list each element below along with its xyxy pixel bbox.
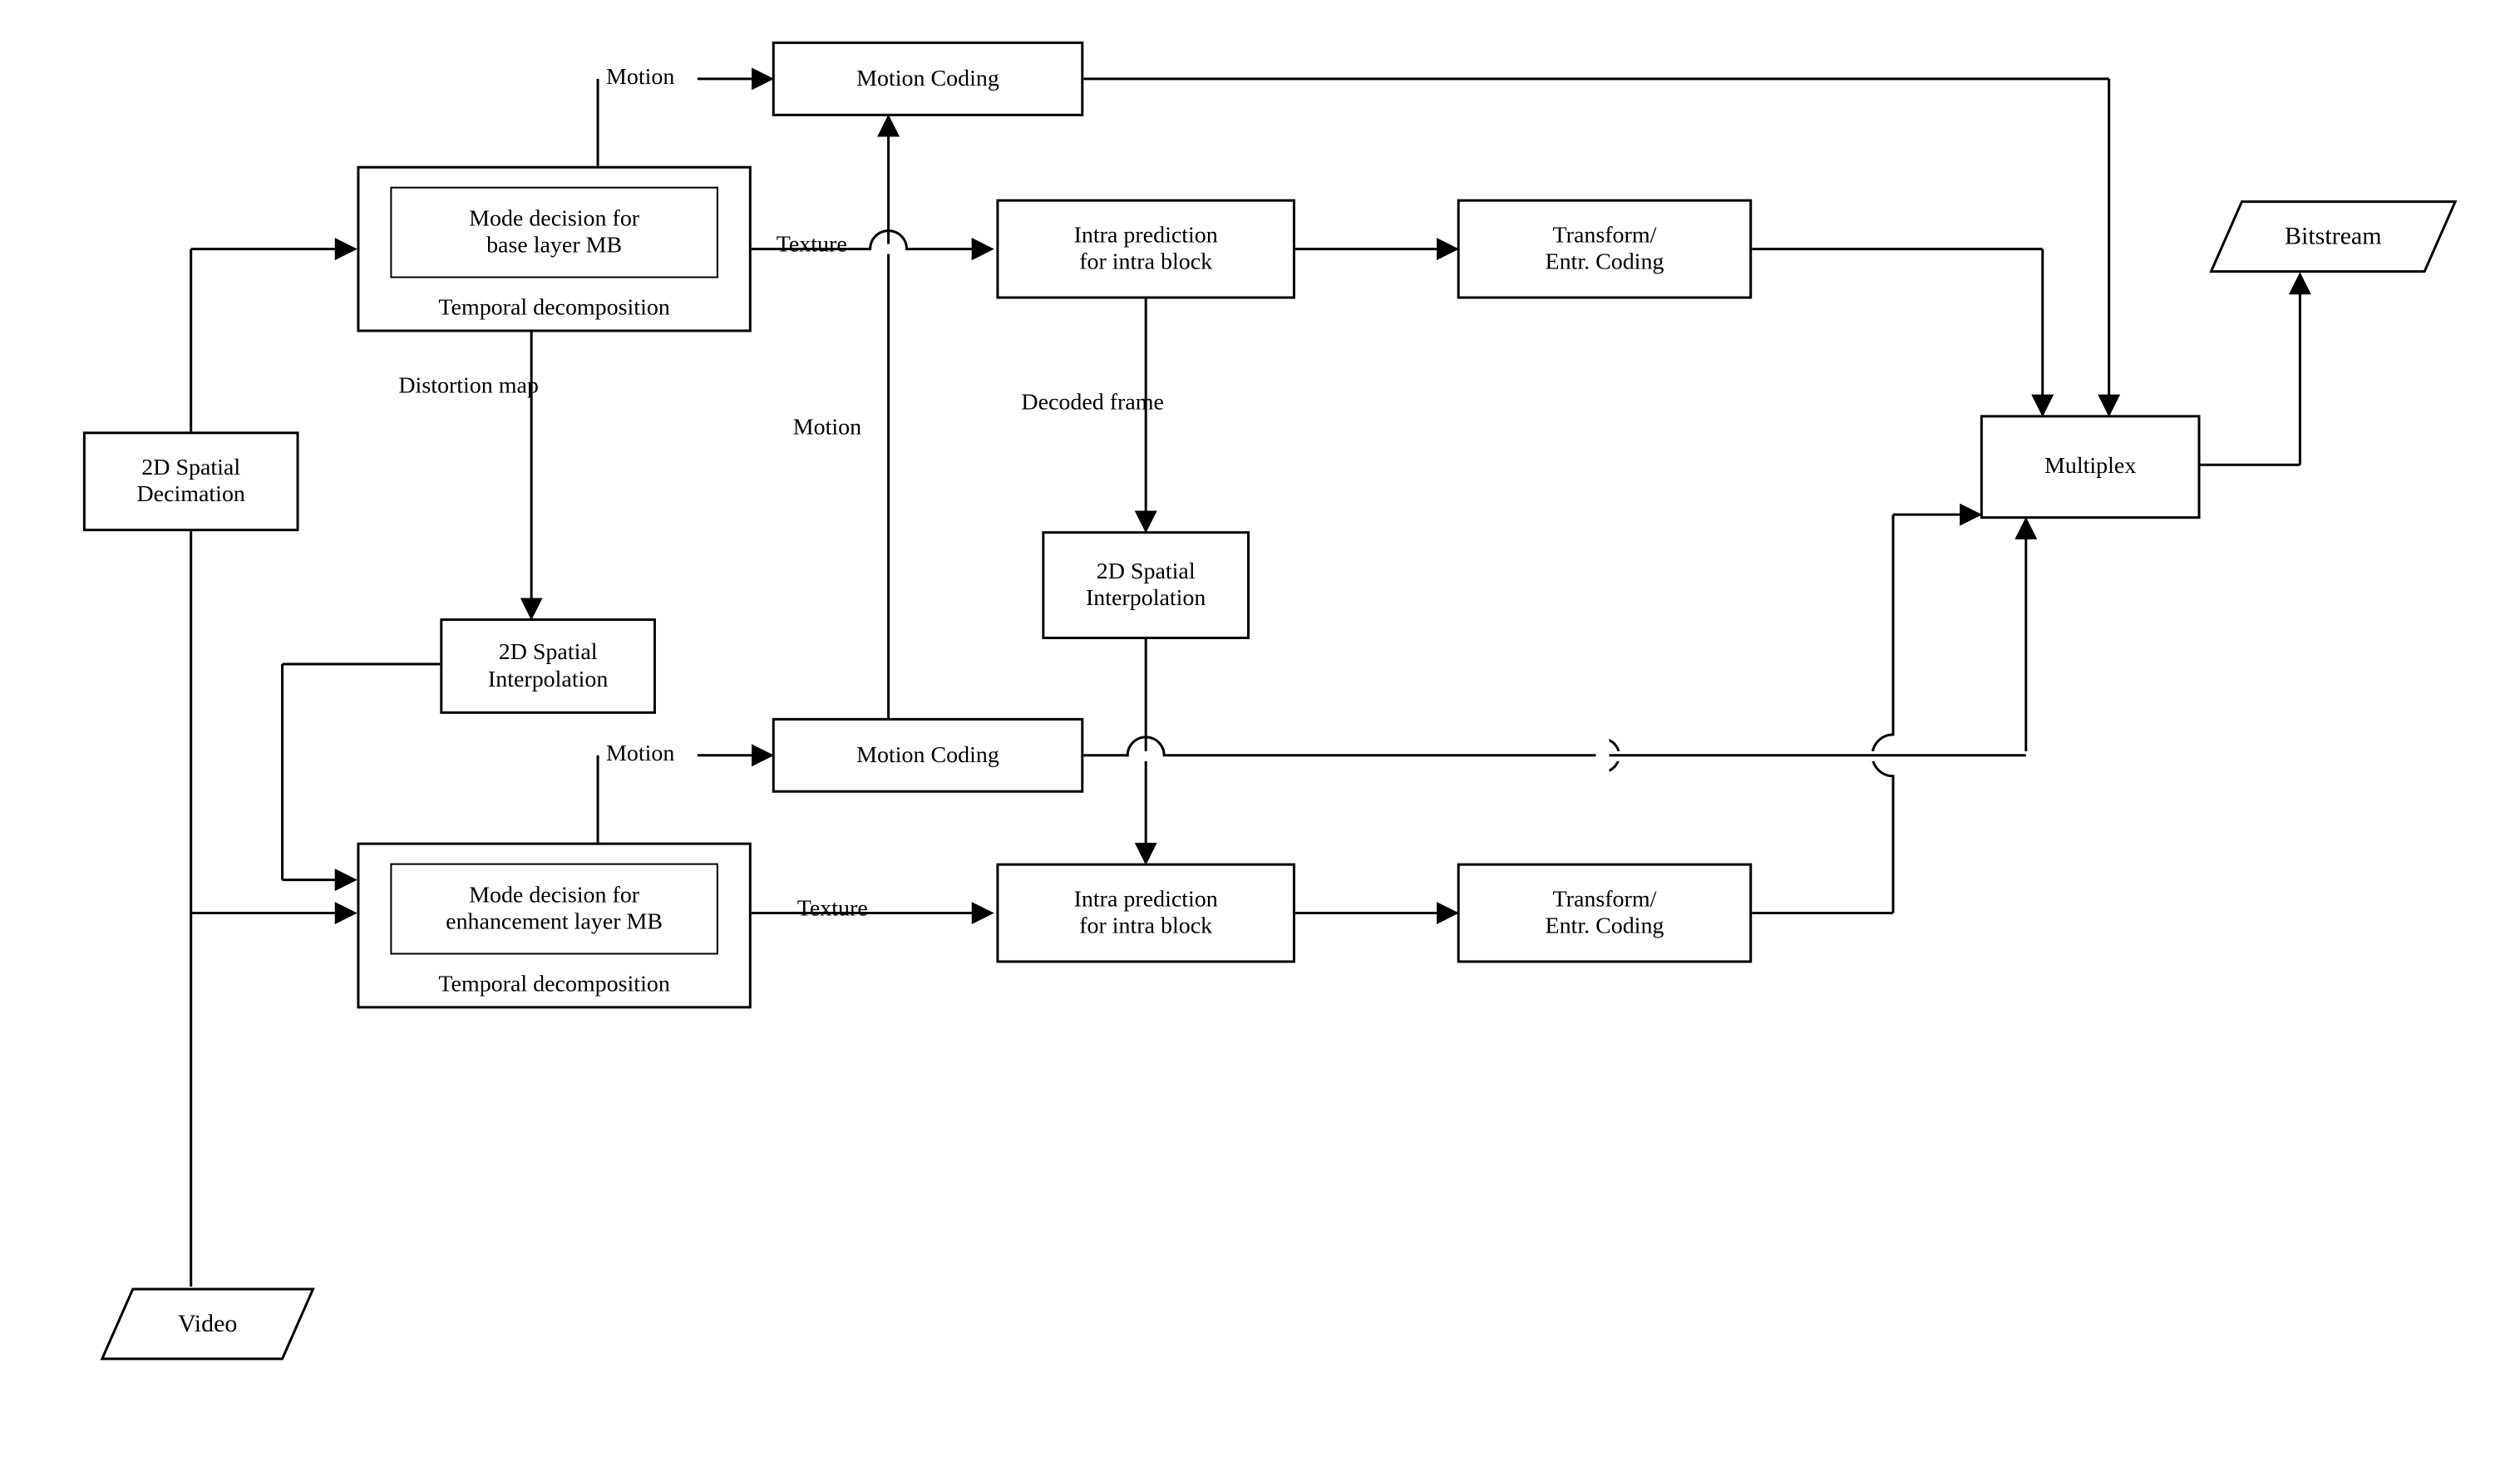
block-spatial-interp-dec: 2D SpatialInterpolation	[1042, 531, 1250, 639]
edge-label-distortion: Distortion map	[398, 373, 539, 399]
io-bitstream: Bitstream	[2208, 199, 2458, 274]
edge-label-decoded: Decoded frame	[1021, 390, 1164, 416]
edge-label-texture-bot: Texture	[797, 897, 868, 923]
io-label: Video	[100, 1310, 316, 1338]
block-xform-top: Transform/Entr. Coding	[1457, 199, 1753, 299]
block-label: Multiplex	[2044, 454, 2136, 480]
block-label: Transform/Entr. Coding	[1545, 222, 1664, 275]
block-motion-coding-top: Motion Coding	[772, 42, 1084, 116]
block-label: Intra predictionfor intra block	[1074, 222, 1218, 275]
block-intra-bot: Intra predictionfor intra block	[996, 864, 1295, 963]
block-label: Transform/Entr. Coding	[1545, 886, 1664, 939]
block-multiplex: Multiplex	[1980, 415, 2201, 519]
diagram-stage: 2D SpatialDecimation Temporal decomposit…	[0, 0, 2517, 1455]
io-label: Bitstream	[2208, 223, 2458, 251]
block-intra-top: Intra predictionfor intra block	[996, 199, 1295, 299]
edge-label-motion-mid: Motion	[793, 415, 861, 441]
edge-label-texture-top: Texture	[777, 233, 847, 258]
block-motion-coding-bot: Motion Coding	[772, 718, 1084, 793]
block-label: Motion Coding	[856, 742, 999, 769]
block-label: 2D SpatialInterpolation	[1086, 559, 1206, 612]
block-label: Motion Coding	[856, 66, 999, 92]
edge-label-motion-top: Motion	[606, 65, 674, 91]
io-video: Video	[100, 1287, 316, 1361]
edge-label-motion-bot: Motion	[606, 741, 674, 767]
block-label: Intra predictionfor intra block	[1074, 886, 1218, 939]
block-xform-bot: Transform/Entr. Coding	[1457, 864, 1753, 963]
